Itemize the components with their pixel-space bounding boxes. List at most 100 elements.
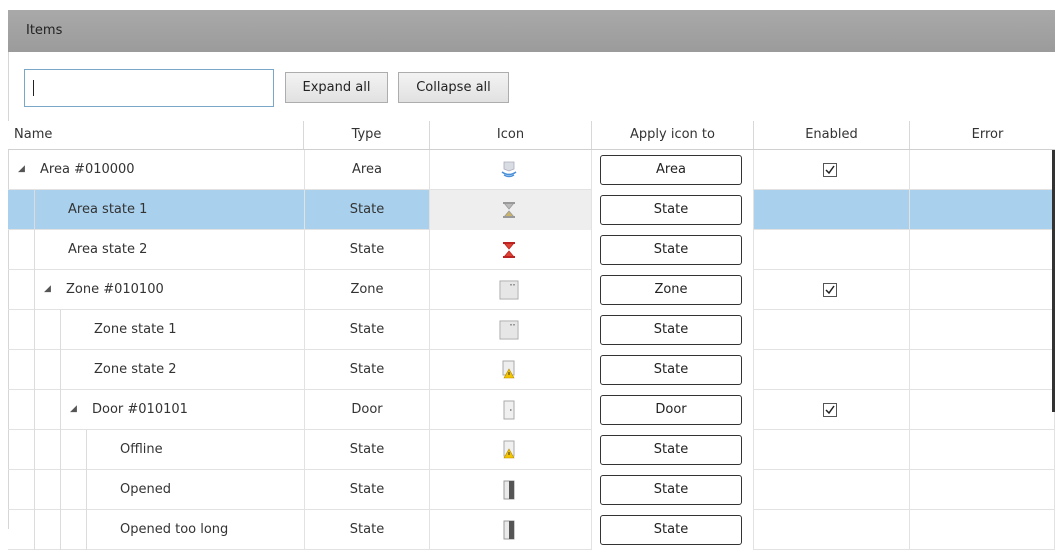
row-enabled-cell: [754, 470, 910, 510]
tree-indent-line: [86, 430, 87, 470]
row-type: Door: [304, 390, 430, 430]
apply-icon-to-button[interactable]: State: [600, 435, 742, 465]
apply-icon-to-button[interactable]: State: [600, 235, 742, 265]
row-error-cell: [910, 270, 1055, 310]
door-open-icon: [499, 480, 519, 500]
tree-indent-line: [60, 390, 61, 430]
enabled-checkbox[interactable]: [823, 163, 837, 177]
tree-row[interactable]: Area state 1 State State: [8, 190, 1055, 230]
tree-indent-line: [60, 510, 61, 550]
row-type: State: [304, 310, 430, 350]
row-error-cell: [910, 230, 1055, 270]
panel-header: Items: [8, 10, 1055, 52]
column-header-icon[interactable]: Icon: [430, 121, 592, 149]
apply-icon-to-button[interactable]: State: [600, 475, 742, 505]
expand-collapse-icon[interactable]: ◢: [18, 164, 25, 174]
apply-icon-to-button[interactable]: Zone: [600, 275, 742, 305]
door-warning-icon: [499, 440, 519, 460]
row-name: Opened too long: [120, 522, 229, 537]
row-error-cell: [910, 190, 1055, 230]
tree-indent-line: [86, 470, 87, 510]
collapse-all-button[interactable]: Collapse all: [398, 72, 509, 103]
tree-indent-line: [60, 350, 61, 390]
row-type: State: [304, 350, 430, 390]
column-header-enabled[interactable]: Enabled: [754, 121, 910, 149]
expand-collapse-icon[interactable]: ◢: [44, 284, 51, 294]
zone-icon: [499, 280, 519, 300]
row-type: Zone: [304, 270, 430, 310]
tree-row[interactable]: ◢ Zone #010100 Zone Zone: [8, 270, 1055, 310]
apply-icon-to-button[interactable]: State: [600, 195, 742, 225]
enabled-checkbox[interactable]: [823, 283, 837, 297]
row-error-cell: [910, 350, 1055, 390]
row-enabled-cell: [754, 430, 910, 470]
tree-indent-line: [34, 390, 35, 430]
apply-icon-to-button[interactable]: Area: [600, 155, 742, 185]
tree-row[interactable]: Opened too long State State: [8, 510, 1055, 550]
text-caret: [33, 80, 34, 96]
tree-row[interactable]: Area state 2 State State: [8, 230, 1055, 270]
tree-row[interactable]: Zone state 1 State State: [8, 310, 1055, 350]
row-error-cell: [910, 310, 1055, 350]
row-error-cell: [910, 150, 1055, 190]
grid-header: Name Type Icon Apply icon to Enabled Err…: [8, 121, 1055, 150]
tree-indent-line: [34, 270, 35, 310]
tree-indent-line: [34, 510, 35, 550]
row-name: Area state 2: [68, 242, 148, 257]
row-type: State: [304, 230, 430, 270]
column-header-error[interactable]: Error: [910, 121, 1055, 149]
column-header-type[interactable]: Type: [304, 121, 430, 149]
zone-warning-icon: [499, 360, 519, 380]
row-name: Offline: [120, 442, 163, 457]
tree-indent-line: [34, 310, 35, 350]
apply-icon-to-button[interactable]: State: [600, 515, 742, 545]
tree-row[interactable]: Zone state 2 State State: [8, 350, 1055, 390]
apply-icon-to-button[interactable]: State: [600, 355, 742, 385]
row-error-cell: [910, 510, 1055, 550]
tree-indent-line: [34, 190, 35, 230]
row-name: Zone state 2: [94, 362, 177, 377]
column-header-apply-icon-to[interactable]: Apply icon to: [592, 121, 754, 149]
row-error-cell: [910, 390, 1055, 430]
apply-icon-to-button[interactable]: State: [600, 315, 742, 345]
zone-icon: [499, 320, 519, 340]
panel-title: Items: [26, 23, 63, 38]
tree-row[interactable]: Opened State State: [8, 470, 1055, 510]
tree-indent-line: [34, 350, 35, 390]
area-state-ok-icon: [499, 200, 519, 220]
expand-all-button[interactable]: Expand all: [285, 72, 388, 103]
search-input[interactable]: [33, 70, 267, 106]
tree-indent-line: [60, 470, 61, 510]
column-header-name[interactable]: Name: [8, 121, 304, 149]
expand-collapse-icon[interactable]: ◢: [70, 404, 77, 414]
row-enabled-cell: [754, 190, 910, 230]
row-type: Area: [304, 150, 430, 190]
enabled-checkbox[interactable]: [823, 403, 837, 417]
row-name: Area #010000: [40, 162, 135, 177]
door-icon: [499, 400, 519, 420]
tree-indent-line: [60, 310, 61, 350]
tree-row[interactable]: Offline State State: [8, 430, 1055, 470]
tree-indent-line: [86, 510, 87, 550]
row-name: Area state 1: [68, 202, 148, 217]
tree-row[interactable]: ◢ Area #010000 Area Area: [8, 150, 1055, 190]
row-type: State: [304, 190, 430, 230]
area-icon: [499, 160, 519, 180]
tree-row[interactable]: ◢ Door #010101 Door Door: [8, 390, 1055, 430]
row-enabled-cell: [754, 510, 910, 550]
row-error-cell: [910, 430, 1055, 470]
door-open-icon: [499, 520, 519, 540]
apply-icon-to-button[interactable]: Door: [600, 395, 742, 425]
search-box[interactable]: [24, 69, 274, 107]
area-state-alarm-icon: [499, 240, 519, 260]
tree-indent-line: [60, 430, 61, 470]
row-type: State: [304, 430, 430, 470]
row-error-cell: [910, 470, 1055, 510]
tree-indent-line: [34, 230, 35, 270]
row-name: Zone #010100: [66, 282, 164, 297]
row-type: State: [304, 510, 430, 550]
row-type: State: [304, 470, 430, 510]
row-enabled-cell: [754, 350, 910, 390]
row-enabled-cell: [754, 310, 910, 350]
row-name: Door #010101: [92, 402, 188, 417]
